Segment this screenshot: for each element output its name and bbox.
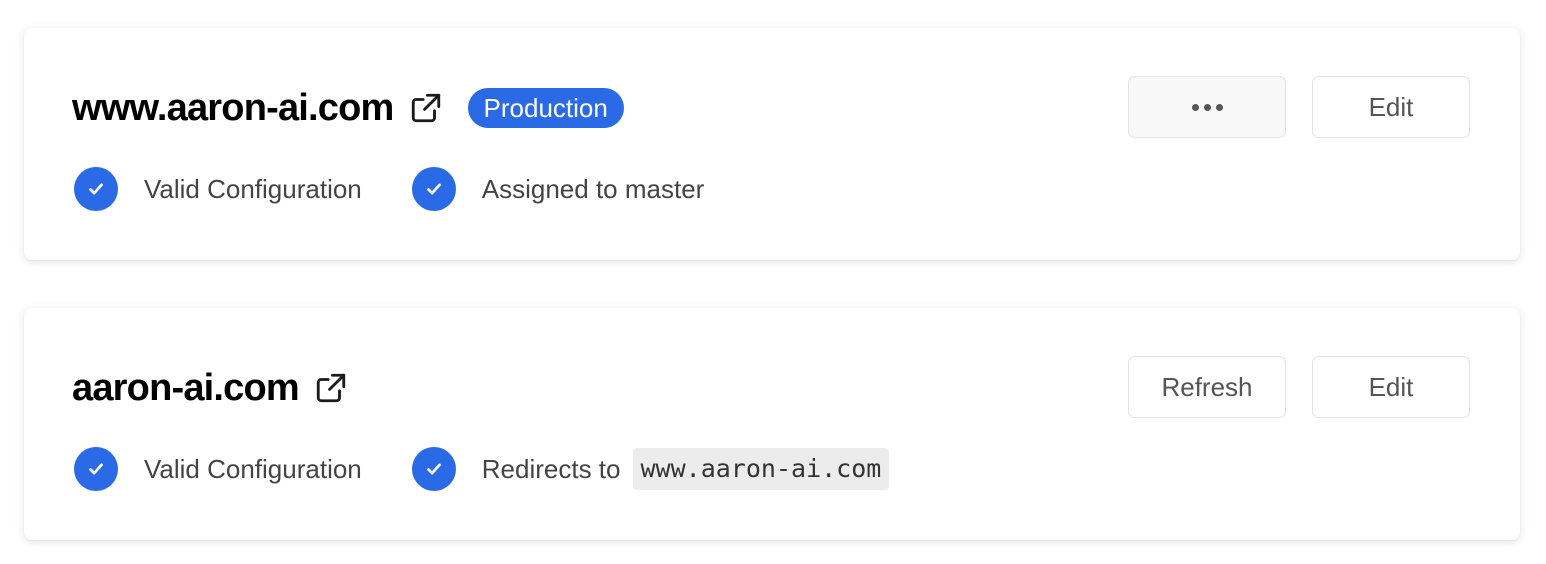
domain-title: www.aaron-ai.com — [72, 87, 394, 129]
check-circle-icon — [74, 167, 118, 211]
status-assigned-branch: Assigned to master — [411, 167, 705, 211]
status-label: Redirects to — [481, 453, 621, 484]
status-redirect: Redirects to www.aaron-ai.com — [411, 447, 890, 491]
domain-card-www: www.aaron-ai.com Production Valid Config… — [24, 28, 1520, 260]
status-valid-configuration: Valid Configuration — [74, 447, 362, 491]
status-valid-configuration: Valid Configuration — [74, 167, 362, 211]
check-circle-icon — [411, 167, 456, 211]
check-circle-icon — [411, 447, 456, 491]
external-link-icon[interactable] — [408, 90, 444, 126]
status-row: Valid Configuration Redirects to www.aar… — [74, 446, 939, 492]
production-badge: Production — [467, 88, 624, 128]
status-row: Valid Configuration Assigned to master — [74, 166, 754, 212]
refresh-button[interactable]: Refresh — [1128, 356, 1286, 418]
check-circle-icon — [74, 447, 118, 491]
domain-card-apex: aaron-ai.com Valid Configuration Redirec… — [24, 308, 1520, 540]
status-label: Assigned to master — [481, 173, 705, 204]
domain-title-row: aaron-ai.com — [72, 360, 349, 416]
status-label: Valid Configuration — [144, 173, 362, 204]
more-horizontal-icon — [1191, 103, 1223, 111]
status-label: Valid Configuration — [144, 453, 362, 484]
more-options-button[interactable] — [1128, 76, 1286, 138]
external-link-icon[interactable] — [313, 370, 349, 406]
domain-title-row: www.aaron-ai.com Production — [72, 80, 624, 136]
redirect-target-code: www.aaron-ai.com — [632, 448, 890, 490]
edit-button[interactable]: Edit — [1312, 356, 1470, 418]
edit-button[interactable]: Edit — [1312, 76, 1470, 138]
domain-title: aaron-ai.com — [72, 367, 300, 409]
